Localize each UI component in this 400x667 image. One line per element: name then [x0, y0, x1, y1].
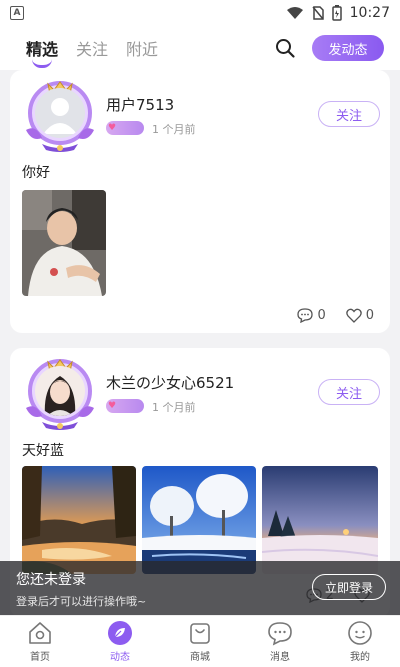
tab-featured[interactable]: 精选: [26, 36, 58, 60]
nav-moments-label: 动态: [110, 652, 130, 663]
login-prompt-banner: 您还未登录 登录后才可以进行操作哦~ 立即登录: [0, 561, 400, 615]
level-badge: ♥: [106, 399, 144, 413]
nav-messages-label: 消息: [270, 652, 290, 663]
avatar[interactable]: [22, 78, 98, 154]
shop-icon: [190, 623, 210, 644]
post-photo[interactable]: [22, 466, 136, 574]
login-prompt-title: 您还未登录: [16, 572, 86, 588]
post-actions: 0 0: [297, 308, 374, 323]
search-icon[interactable]: [274, 37, 296, 59]
follow-button[interactable]: 关注: [318, 101, 380, 127]
post-text: 天好蓝: [22, 443, 64, 459]
nav-profile-label: 我的: [350, 652, 370, 663]
post-time: 1 个月前: [152, 123, 196, 136]
wifi-icon: [286, 7, 303, 19]
moments-icon: [108, 621, 132, 645]
heart-icon: ♥: [108, 401, 117, 411]
level-badge: ♥: [106, 121, 144, 135]
username[interactable]: 木兰の少女心6521: [106, 372, 234, 393]
username[interactable]: 用户7513: [106, 94, 174, 115]
avatar[interactable]: [22, 356, 98, 432]
avatar-image: [35, 88, 85, 138]
home-icon: [29, 622, 51, 644]
profile-icon: [348, 621, 372, 645]
status-bar: A 10:27: [0, 0, 400, 26]
top-nav: 精选 关注 附近 发动态: [0, 26, 400, 70]
post-photo[interactable]: [262, 466, 378, 574]
like-button[interactable]: 0: [345, 308, 374, 323]
like-count: 0: [365, 308, 374, 323]
no-sim-icon: [312, 6, 324, 20]
login-button[interactable]: 立即登录: [312, 574, 386, 600]
heart-icon: ♥: [108, 123, 117, 133]
tab-following[interactable]: 关注: [76, 36, 108, 60]
nav-profile[interactable]: 我的: [320, 616, 400, 667]
post-text: 你好: [22, 165, 50, 181]
post-moment-button[interactable]: 发动态: [312, 35, 384, 61]
nav-shop-label: 商城: [190, 652, 210, 663]
avatar-image: [35, 366, 85, 416]
nav-shop[interactable]: 商城: [160, 616, 240, 667]
nav-home[interactable]: 首页: [0, 616, 80, 667]
comment-button[interactable]: 0: [297, 308, 326, 323]
heart-outline-icon: [345, 308, 362, 323]
nav-moments[interactable]: 动态: [80, 616, 160, 667]
post-photo[interactable]: [22, 190, 106, 296]
nav-messages[interactable]: 消息: [240, 616, 320, 667]
app-notification-icon: A: [10, 6, 24, 20]
comment-icon: [297, 308, 314, 323]
comment-count: 0: [317, 308, 326, 323]
follow-button[interactable]: 关注: [318, 379, 380, 405]
tab-nearby[interactable]: 附近: [126, 36, 158, 60]
post-photo[interactable]: [142, 466, 256, 574]
message-icon: [268, 622, 292, 646]
post-card: 用户7513 ♥ 1 个月前 关注 你好 0 0: [10, 70, 390, 333]
battery-icon: [331, 5, 342, 21]
post-time: 1 个月前: [152, 401, 196, 414]
nav-home-label: 首页: [30, 652, 50, 663]
status-time: 10:27: [349, 5, 390, 21]
bottom-nav: 首页 动态 商城 消息 我的: [0, 615, 400, 667]
login-prompt-subtitle: 登录后才可以进行操作哦~: [16, 595, 147, 608]
